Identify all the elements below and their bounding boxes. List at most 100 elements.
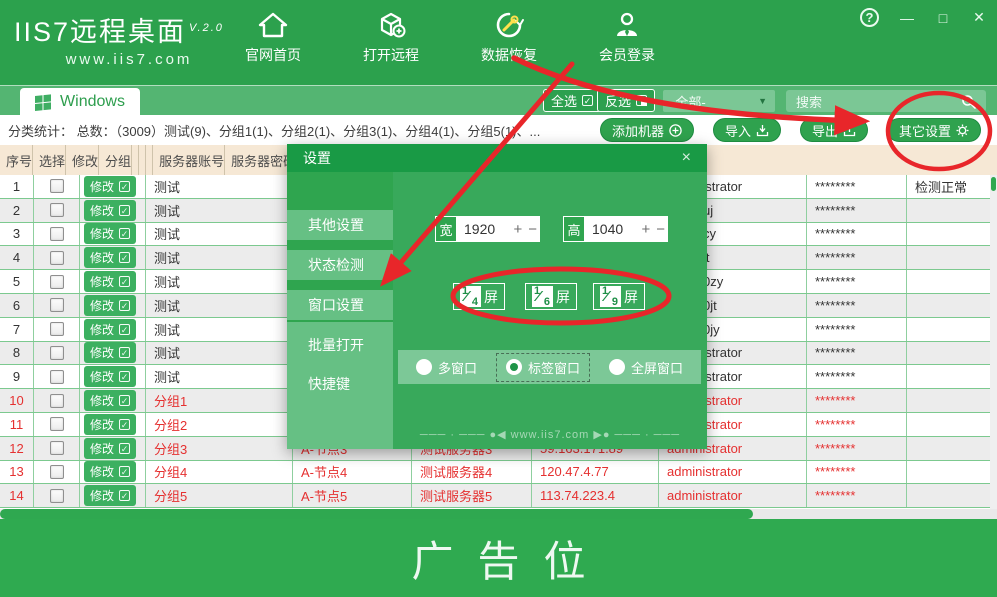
quarter-screen-button[interactable]: 1⁄4 屏 bbox=[453, 283, 505, 310]
export-label: 导出 bbox=[812, 121, 838, 140]
sidebar-item-hotkeys[interactable]: 快捷键 bbox=[308, 374, 350, 394]
cell-password: ******** bbox=[807, 246, 907, 269]
modify-button[interactable]: 修改✓ bbox=[84, 200, 136, 221]
modify-button[interactable]: 修改✓ bbox=[84, 295, 136, 316]
close-button[interactable]: ✕ bbox=[971, 9, 987, 26]
row-checkbox[interactable] bbox=[50, 441, 64, 455]
vertical-scrollbar[interactable] bbox=[990, 175, 997, 509]
row-checkbox[interactable] bbox=[50, 227, 64, 241]
search-icon bbox=[961, 94, 976, 109]
import-icon bbox=[756, 124, 769, 137]
modify-button[interactable]: 修改✓ bbox=[84, 342, 136, 363]
invert-select-label: 反选 bbox=[605, 91, 631, 110]
width-field: 1920 + − bbox=[457, 216, 540, 242]
edit-check-icon: ✓ bbox=[119, 490, 130, 501]
nav-open-remote[interactable]: 打开远程 bbox=[353, 8, 429, 65]
sidebar-item-other-settings[interactable]: 其他设置 bbox=[287, 210, 393, 240]
search-input[interactable]: 搜索 bbox=[786, 90, 986, 112]
row-checkbox[interactable] bbox=[50, 394, 64, 408]
sidebar-item-window-settings[interactable]: 窗口设置 bbox=[287, 290, 393, 320]
tab-windows[interactable]: Windows bbox=[20, 88, 140, 116]
radio-label: 多窗口 bbox=[438, 358, 477, 377]
width-increment-button[interactable]: + bbox=[510, 221, 525, 238]
radio-option[interactable]: 多窗口 bbox=[406, 353, 487, 382]
column-header: 分组 bbox=[99, 145, 132, 175]
cell-group: 分组2 bbox=[146, 413, 293, 436]
horizontal-scrollbar-thumb[interactable] bbox=[0, 509, 753, 519]
modify-button[interactable]: 修改✓ bbox=[84, 461, 136, 482]
dialog-watermark: ─── · ─── ●◀ www.iis7.com ▶● ─── · ─── bbox=[393, 428, 707, 441]
dialog-close-icon[interactable]: × bbox=[682, 149, 691, 167]
edit-check-icon: ✓ bbox=[119, 300, 130, 311]
sixth-screen-button[interactable]: 1⁄6 屏 bbox=[525, 283, 577, 310]
width-decrement-button[interactable]: − bbox=[525, 221, 540, 238]
row-checkbox[interactable] bbox=[50, 275, 64, 289]
minimize-button[interactable]: — bbox=[899, 10, 915, 26]
radio-option[interactable]: 标签窗口 bbox=[496, 353, 590, 382]
modify-label: 修改 bbox=[90, 273, 114, 290]
cell-password: ******** bbox=[807, 484, 907, 507]
modify-button[interactable]: 修改✓ bbox=[84, 319, 136, 340]
ninth-screen-button[interactable]: 1⁄9 屏 bbox=[593, 283, 645, 310]
vertical-scrollbar-thumb[interactable] bbox=[991, 177, 996, 191]
other-settings-button[interactable]: 其它设置 bbox=[887, 118, 981, 142]
sidebar-item-status-check[interactable]: 状态检测 bbox=[287, 250, 393, 280]
modify-button[interactable]: 修改✓ bbox=[84, 366, 136, 387]
modify-button[interactable]: 修改✓ bbox=[84, 485, 136, 506]
import-button[interactable]: 导入 bbox=[713, 118, 781, 142]
row-checkbox[interactable] bbox=[50, 417, 64, 431]
row-checkbox[interactable] bbox=[50, 370, 64, 384]
modify-button[interactable]: 修改✓ bbox=[84, 438, 136, 459]
horizontal-scrollbar[interactable] bbox=[0, 509, 997, 519]
row-checkbox[interactable] bbox=[50, 322, 64, 336]
header-nav: 官网首页 打开远程 数据恢复 会员登录 bbox=[235, 8, 665, 65]
group-filter-dropdown[interactable]: -全部- ▼ bbox=[663, 90, 775, 112]
maximize-button[interactable]: □ bbox=[935, 10, 951, 26]
height-input[interactable]: 1040 bbox=[585, 221, 638, 237]
edit-check-icon: ✓ bbox=[119, 252, 130, 263]
modify-button[interactable]: 修改✓ bbox=[84, 390, 136, 411]
width-input[interactable]: 1920 bbox=[457, 221, 510, 237]
modify-button[interactable]: 修改✓ bbox=[84, 271, 136, 292]
radio-label: 全屏窗口 bbox=[631, 358, 683, 377]
width-stepper: 宽 1920 + − bbox=[435, 216, 540, 242]
row-select-cell bbox=[34, 437, 80, 460]
row-checkbox[interactable] bbox=[50, 346, 64, 360]
dialog-title: 设置 bbox=[303, 148, 331, 168]
cell-status bbox=[907, 223, 997, 246]
invert-select-button[interactable]: 反选 bbox=[597, 89, 655, 112]
row-checkbox[interactable] bbox=[50, 251, 64, 265]
nav-home-label: 官网首页 bbox=[245, 45, 301, 65]
nav-data-recovery[interactable]: 数据恢复 bbox=[471, 8, 547, 65]
help-button[interactable]: ? bbox=[860, 8, 879, 27]
radio-option[interactable]: 全屏窗口 bbox=[599, 353, 693, 382]
modify-button[interactable]: 修改✓ bbox=[84, 247, 136, 268]
select-all-label: 全选 bbox=[551, 91, 577, 110]
row-checkbox[interactable] bbox=[50, 465, 64, 479]
nav-member-login[interactable]: 会员登录 bbox=[589, 8, 665, 65]
row-modify-cell: 修改✓ bbox=[80, 342, 146, 365]
height-increment-button[interactable]: + bbox=[638, 221, 653, 238]
radio-icon bbox=[416, 359, 432, 375]
sidebar-item-batch-open[interactable]: 批量打开 bbox=[308, 335, 364, 355]
cell-group: 测试 bbox=[146, 175, 293, 198]
height-decrement-button[interactable]: − bbox=[653, 221, 668, 238]
sidebar-lower-panel: 批量打开 快捷键 bbox=[287, 322, 393, 449]
tab-windows-label: Windows bbox=[60, 93, 125, 111]
row-checkbox[interactable] bbox=[50, 179, 64, 193]
modify-label: 修改 bbox=[90, 416, 114, 433]
export-button[interactable]: 导出 bbox=[800, 118, 868, 142]
row-checkbox[interactable] bbox=[50, 489, 64, 503]
row-checkbox[interactable] bbox=[50, 298, 64, 312]
stats-row: 分类统计： 总数：（3009）测试(9)、分组1(1)、分组2(1)、分组3(1… bbox=[0, 115, 997, 145]
modify-button[interactable]: 修改✓ bbox=[84, 223, 136, 244]
nav-home[interactable]: 官网首页 bbox=[235, 8, 311, 65]
column-header: 选择 bbox=[33, 145, 66, 175]
add-machine-button[interactable]: 添加机器 bbox=[600, 118, 694, 142]
row-number: 10 bbox=[0, 389, 34, 412]
modify-button[interactable]: 修改✓ bbox=[84, 414, 136, 435]
row-checkbox[interactable] bbox=[50, 203, 64, 217]
cell-server-name: 测试服务器4 bbox=[412, 461, 532, 484]
modify-button[interactable]: 修改✓ bbox=[84, 176, 136, 197]
select-all-button[interactable]: 全选 ✓ bbox=[543, 89, 601, 112]
